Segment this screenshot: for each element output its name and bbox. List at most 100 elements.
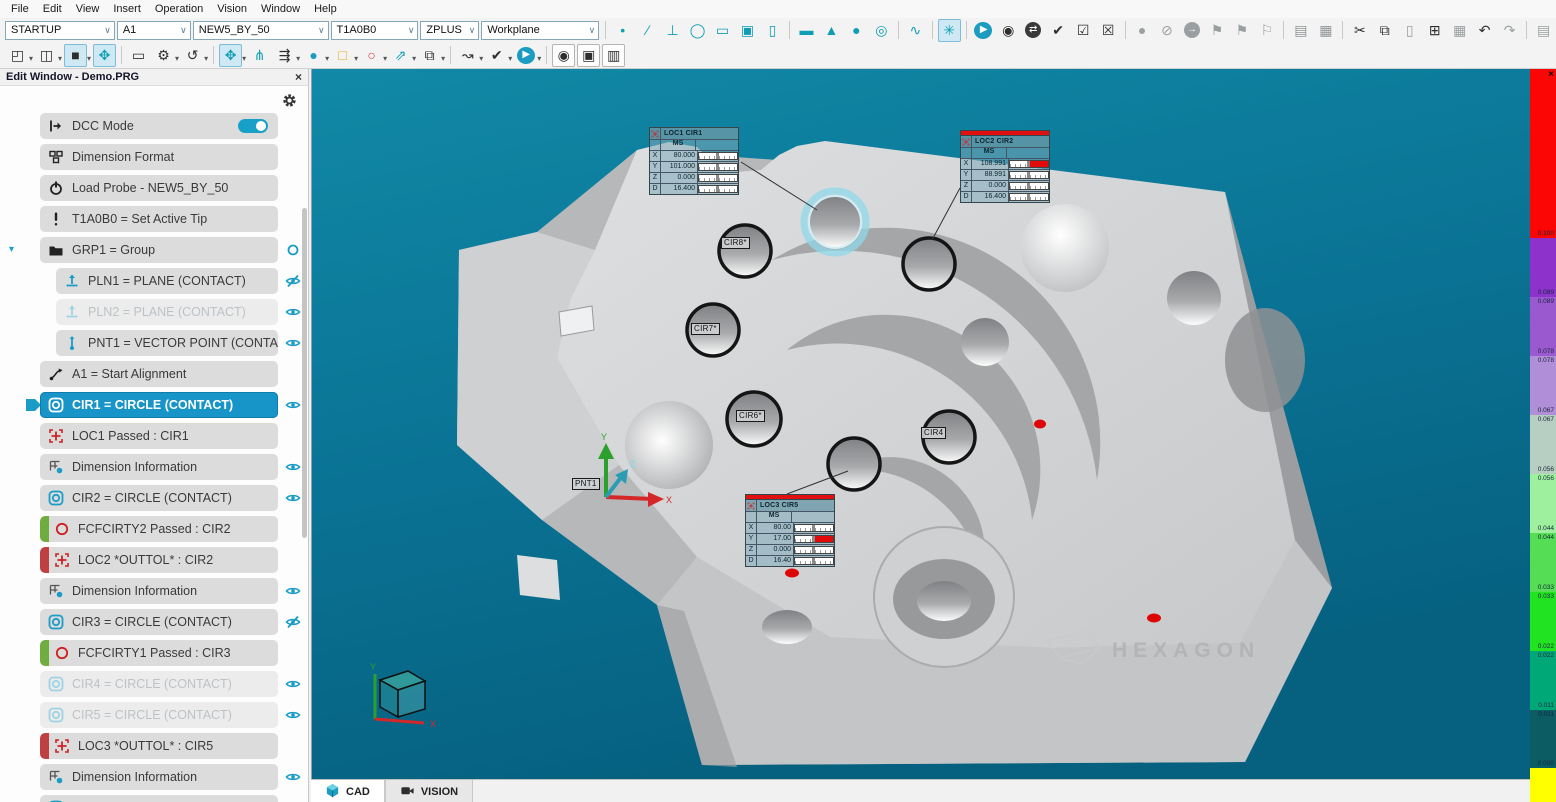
eye-icon[interactable] [285,397,301,413]
tree-item-cir1[interactable]: CIR1 = CIRCLE (CONTACT) [40,392,278,418]
pan-icon[interactable]: ✥ [93,44,116,67]
feature-label-cir8[interactable]: CIR8* [721,237,750,249]
menu-edit[interactable]: Edit [36,2,69,16]
tree-item-cir2[interactable]: CIR2 = CIRCLE (CONTACT) [40,485,278,511]
no-entry-icon[interactable]: ⊘ [1156,19,1179,42]
stop-icon[interactable]: ● [1131,19,1154,42]
cad-viewport[interactable]: X Y Z Y X HEXAGON CIR8*CIR7*CIR6*CIR4PNT… [311,68,1531,779]
dimension-callout-loc1[interactable]: LOC1 CIR1MS X 80.000 Y 101.000 Z 0.000 D… [649,127,739,195]
eye-icon[interactable] [285,707,301,723]
measured-line-icon[interactable]: ∕ [636,19,659,42]
tree-item-cir4[interactable]: CIR4 = CIRCLE (CONTACT) [40,671,278,697]
probe-vector-icon[interactable]: ⋔ [248,44,271,67]
round-slot-icon[interactable]: ▭ [711,19,734,42]
sphere-icon[interactable]: ● [845,19,868,42]
tree-item-fcfcirty1[interactable]: FCFCIRTY1 Passed : CIR3 [40,640,278,666]
chevron-down-icon[interactable]: ▾ [242,54,246,63]
undo-icon[interactable]: ↶ [1473,19,1496,42]
optimization-gears-icon[interactable]: ⚙ [152,44,175,67]
dimension-callout-loc2[interactable]: LOC2 CIR2MS X 108.991 Y 88.991 Z 0.000 D… [960,130,1050,203]
feature-label-cir6[interactable]: CIR6* [736,410,765,422]
active-alignment-select[interactable]: A1∨ [117,21,191,40]
chart-screen-icon[interactable]: ▥ [602,44,625,67]
chevron-down-icon[interactable]: ▾ [29,54,33,63]
mark-done-icon[interactable]: ✔ [1047,19,1070,42]
paste-with-patterns-icon[interactable]: ⊞ [1423,19,1446,42]
tree-item-dimension[interactable]: Dimension Format [40,144,278,170]
tree-item-dimension[interactable]: Dimension Information [40,454,278,480]
comment-icon[interactable]: ▭ [127,44,150,67]
report-fail-icon[interactable]: ☒ [1097,19,1120,42]
tree-item-a1[interactable]: A1 = Start Alignment [40,361,278,387]
torus-icon[interactable]: ◎ [870,19,893,42]
cut-icon[interactable]: ✂ [1348,19,1371,42]
clipboard-grid-icon[interactable]: ▦ [1448,19,1471,42]
chevron-down-icon[interactable]: ▾ [383,54,387,63]
paste-icon[interactable]: ▯ [1398,19,1421,42]
eye-slash-icon[interactable] [285,614,301,630]
box-tool-icon[interactable]: □ [331,44,354,67]
feature-label-pnt1[interactable]: PNT1 [572,478,600,490]
tree-item-load[interactable]: Load Probe - NEW5_BY_50 [40,175,278,201]
sidebar-scrollbar-thumb[interactable] [302,208,307,538]
chevron-down-icon[interactable]: ▾ [296,54,300,63]
eye-icon[interactable] [285,490,301,506]
tip-select[interactable]: T1A0B0∨ [331,21,419,40]
report-window-icon[interactable]: ▦ [1314,19,1337,42]
menu-vision[interactable]: Vision [210,2,254,16]
window-copy-icon[interactable]: ⧉ [418,44,441,67]
wireframe-view-icon[interactable]: ◫ [35,44,58,67]
chevron-down-icon[interactable]: ▾ [58,54,62,63]
probe-mode-icon[interactable]: ✥ [219,44,242,67]
bookmark-pin-icon[interactable]: ⚑ [1230,19,1253,42]
square-slot-icon[interactable]: ▣ [736,19,759,42]
chevron-down-icon[interactable]: ▾ [479,54,483,63]
menu-file[interactable]: File [4,2,36,16]
workplane-mode-select[interactable]: Workplane∨ [481,21,599,40]
eye-icon[interactable] [285,583,301,599]
dimension-callout-loc3[interactable]: LOC3 CIR5MS X 80.00 Y 17.00 Z 0.000 D 16… [745,494,835,567]
chevron-down-icon[interactable]: ▾ [325,54,329,63]
tree-item-pnt1[interactable]: PNT1 = VECTOR POINT (CONTAC [56,330,278,356]
solid-view-icon[interactable]: ■ [64,44,87,67]
tree-item-cir3[interactable]: CIR3 = CIRCLE (CONTACT) [40,609,278,635]
continue-icon[interactable]: → [1181,19,1204,42]
tree-item-dimension[interactable]: Dimension Information [40,578,278,604]
eye-slash-icon[interactable] [285,273,301,289]
chevron-down-icon[interactable]: ▾ [441,54,445,63]
execute-from-cursor-icon[interactable]: ◉ [997,19,1020,42]
close-icon[interactable]: × [295,70,302,84]
tab-cad[interactable]: CAD [311,780,385,802]
circle-tool-icon[interactable]: ○ [360,44,383,67]
eye-icon[interactable] [285,769,301,785]
measured-plane-icon[interactable]: ⊥ [661,19,684,42]
report-screen-icon[interactable]: ▣ [577,44,600,67]
graph-icon[interactable]: ⇗ [389,44,412,67]
chevron-down-icon[interactable]: ▾ [537,54,541,63]
workplane-select[interactable]: ZPLUS∨ [420,21,479,40]
cylinder-icon[interactable]: ▬ [795,19,818,42]
path-icon[interactable]: ↝ [456,44,479,67]
tree-item-pln2[interactable]: PLN2 = PLANE (CONTACT) [56,299,278,325]
visibility-circle-icon[interactable] [285,242,301,258]
copy-icon[interactable]: ⧉ [1373,19,1396,42]
eye-icon[interactable] [285,676,301,692]
menu-view[interactable]: View [69,2,107,16]
menu-window[interactable]: Window [254,2,307,16]
dcc-mode-toggle[interactable] [238,119,268,133]
curve-icon[interactable]: ∿ [904,19,927,42]
laser-scan-icon[interactable]: ✳ [938,19,961,42]
measured-point-icon[interactable]: • [611,19,634,42]
chevron-down-icon[interactable]: ▾ [87,54,91,63]
execute-icon[interactable]: ▶ [972,19,995,42]
feature-label-cir4[interactable]: CIR4 [921,427,946,439]
tree-item-grp1[interactable]: GRP1 = Group [40,237,278,263]
print-icon[interactable]: ▤ [1532,19,1555,42]
alignment-select[interactable]: STARTUP∨ [5,21,115,40]
report-pass-icon[interactable]: ☑ [1072,19,1095,42]
eye-icon[interactable] [285,304,301,320]
menu-operation[interactable]: Operation [148,2,210,16]
tree-item-pln1[interactable]: PLN1 = PLANE (CONTACT) [56,268,278,294]
tree-item-cir6[interactable]: CIR6 = CIRCLE (CONTACT) [40,795,278,802]
chevron-down-icon[interactable]: ▾ [204,54,208,63]
